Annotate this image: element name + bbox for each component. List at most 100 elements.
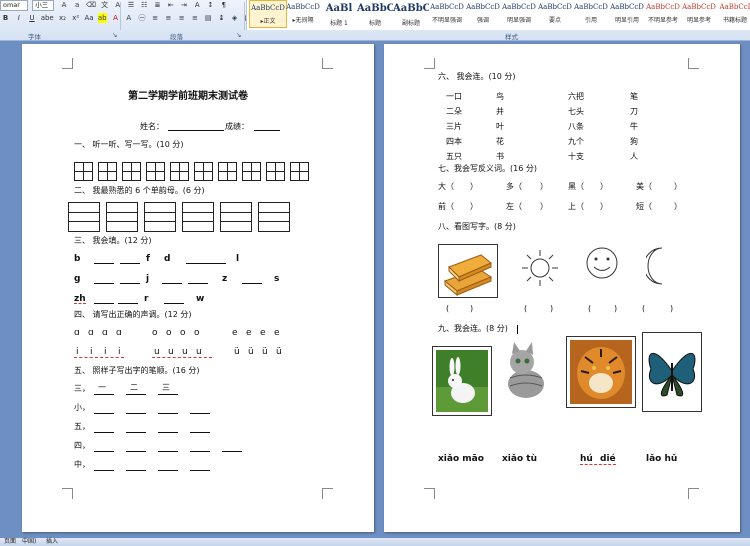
style-gallery-item[interactable]: AaBbCcD 强调 [465, 0, 501, 28]
writing-grid-cell [170, 162, 189, 181]
paragraph-dialog-launcher-icon[interactable]: ↘ [236, 31, 241, 39]
sort-icon[interactable]: ↕ [206, 0, 215, 10]
matching-word: 刀 [630, 107, 638, 116]
char-shading-icon[interactable]: A [124, 13, 133, 23]
grow-font-icon[interactable]: A [59, 0, 68, 10]
style-gallery-item[interactable]: AaBbC 标题 [357, 0, 393, 28]
score-blank [254, 130, 280, 131]
style-gallery-item[interactable]: AaBbC 副标题 [393, 0, 429, 28]
stroke-blank [126, 413, 146, 414]
stroke-example: 一 [98, 383, 106, 392]
pinyin-letter: s [274, 274, 280, 284]
font-size-box[interactable]: 小三 [32, 0, 55, 11]
page-1: 第二学期学前班期末测试卷 姓名： 成绩： 一、 听一听、写一写。(10 分) 二… [22, 44, 374, 532]
pinyin-letter: f [146, 254, 150, 264]
decrease-indent-icon[interactable]: ⇤ [166, 0, 175, 10]
italic-icon[interactable]: I [14, 13, 23, 23]
style-preview: AaBbCcD [430, 3, 464, 11]
antonym-slot: 上（ [568, 202, 584, 211]
multilevel-list-icon[interactable]: ≣ [153, 0, 162, 10]
superscript-icon[interactable]: x² [71, 13, 80, 23]
clear-format-icon[interactable]: ⌫ [86, 0, 96, 10]
style-gallery-item[interactable]: AaBl 标题 1 [321, 0, 357, 28]
chinese-layout-icon[interactable]: A [193, 0, 202, 10]
vowel-letter: i [90, 347, 93, 357]
rabbit-image [432, 346, 492, 416]
style-preview: AaBbCcD [466, 3, 500, 11]
highlight-icon[interactable]: ab [97, 13, 107, 23]
style-preview: AaBbCcI [719, 3, 750, 11]
style-name: 强调 [476, 17, 489, 24]
change-case-icon[interactable]: Aa [84, 13, 93, 23]
crop-mark [62, 58, 73, 69]
insert-mode-indicator[interactable]: 插入 [46, 538, 58, 546]
style-preview: AaBbCcD [502, 3, 536, 11]
style-gallery-item[interactable]: AaBbCcD 不明显强调 [429, 0, 465, 28]
stroke-blank [94, 394, 114, 395]
fill-blank [242, 283, 262, 284]
style-preview: AaBbCcD [251, 4, 285, 12]
style-preview: AaBl [325, 3, 353, 14]
numbering-icon[interactable]: ☷ [140, 0, 149, 10]
style-preview: AaBbCcD [610, 3, 644, 11]
vowel-letter: ɑ [74, 328, 80, 338]
bold-icon[interactable]: B [1, 13, 10, 23]
pinyin-word: hú [580, 454, 593, 464]
four-line-box [106, 202, 138, 232]
style-name: 明显参考 [686, 17, 711, 24]
fill-blank [120, 283, 140, 284]
pinyin-word: dié [600, 454, 616, 464]
line-spacing-icon[interactable]: ↨ [217, 13, 226, 23]
stroke-char-label: 中， [74, 460, 90, 469]
language-indicator[interactable]: 中国) [22, 538, 36, 546]
style-gallery-item[interactable]: AaBbCcD 引用 [573, 0, 609, 28]
style-gallery-item[interactable]: AaBbCcD 明显强调 [501, 0, 537, 28]
antonym-slot: 短（ [636, 202, 652, 211]
shrink-font-icon[interactable]: a [73, 0, 82, 10]
vowel-letter: u [196, 347, 202, 357]
stroke-char-label: 五， [74, 422, 90, 431]
vowel-letter: o [152, 328, 158, 338]
vowel-letter: ɑ [116, 328, 122, 338]
styles-group-label: 样式 [505, 33, 518, 41]
style-gallery-item[interactable]: AaBbCcD 不明显参考 [645, 0, 681, 28]
align-left-icon[interactable]: ≡ [151, 13, 160, 23]
page-indicator[interactable]: 页面 [4, 538, 16, 546]
show-marks-icon[interactable]: ¶ [219, 0, 228, 10]
vowel-letter: u [182, 347, 188, 357]
pinyin-word: xiǎo māo [438, 454, 484, 464]
antonym-slot: 大（ [438, 182, 454, 191]
shading-icon[interactable]: ◈ [230, 13, 239, 23]
writing-grid-cell [266, 162, 285, 181]
justify-icon[interactable]: ≡ [190, 13, 199, 23]
vowel-letter: u [168, 347, 174, 357]
answer-paren: ) [670, 304, 674, 313]
styles-gallery: AaBbCcD ▸正文 AaBbCcD ▸无间隔 AaBl 标题 1 AaBbC 标题 AaBb… [246, 0, 750, 30]
style-gallery-item[interactable]: AaBbCcD ▸正文 [249, 0, 287, 28]
style-gallery-item[interactable]: AaBbCcD 明显参考 [681, 0, 717, 28]
underline-icon[interactable]: U [27, 13, 36, 23]
font-dialog-launcher-icon[interactable]: ↘ [112, 31, 117, 39]
subscript-icon[interactable]: x₂ [58, 13, 67, 23]
style-gallery-item[interactable]: AaBbCcD 明显引用 [609, 0, 645, 28]
distributed-icon[interactable]: ▤ [204, 13, 213, 23]
style-gallery-item[interactable]: AaBbCcD 要点 [537, 0, 573, 28]
increase-indent-icon[interactable]: ⇥ [179, 0, 188, 10]
vowel-letter: u [154, 347, 160, 357]
font-name-box[interactable]: omar [0, 0, 28, 11]
matching-word: 狗 [630, 137, 638, 146]
style-name: 书籍标题 [722, 17, 747, 24]
style-gallery-item[interactable]: AaBbCcD ▸无间隔 [285, 0, 321, 28]
align-center-icon[interactable]: ≡ [164, 13, 173, 23]
pinyin-letter: g [74, 274, 81, 284]
four-line-box [258, 202, 290, 232]
align-right-icon[interactable]: ≡ [177, 13, 186, 23]
font-color-icon[interactable]: A [111, 13, 120, 23]
bullets-icon[interactable]: ☰ [127, 0, 136, 10]
style-gallery-item[interactable]: AaBbCcI 书籍标题 [717, 0, 750, 28]
phonetic-guide-icon[interactable]: 文 [100, 0, 109, 10]
enclose-char-icon[interactable]: ㊀ [137, 13, 146, 23]
vowel-letter: ü [234, 347, 240, 357]
strikethrough-icon[interactable]: abe [41, 13, 54, 23]
pinyin-word: lǎo hǔ [646, 454, 678, 464]
